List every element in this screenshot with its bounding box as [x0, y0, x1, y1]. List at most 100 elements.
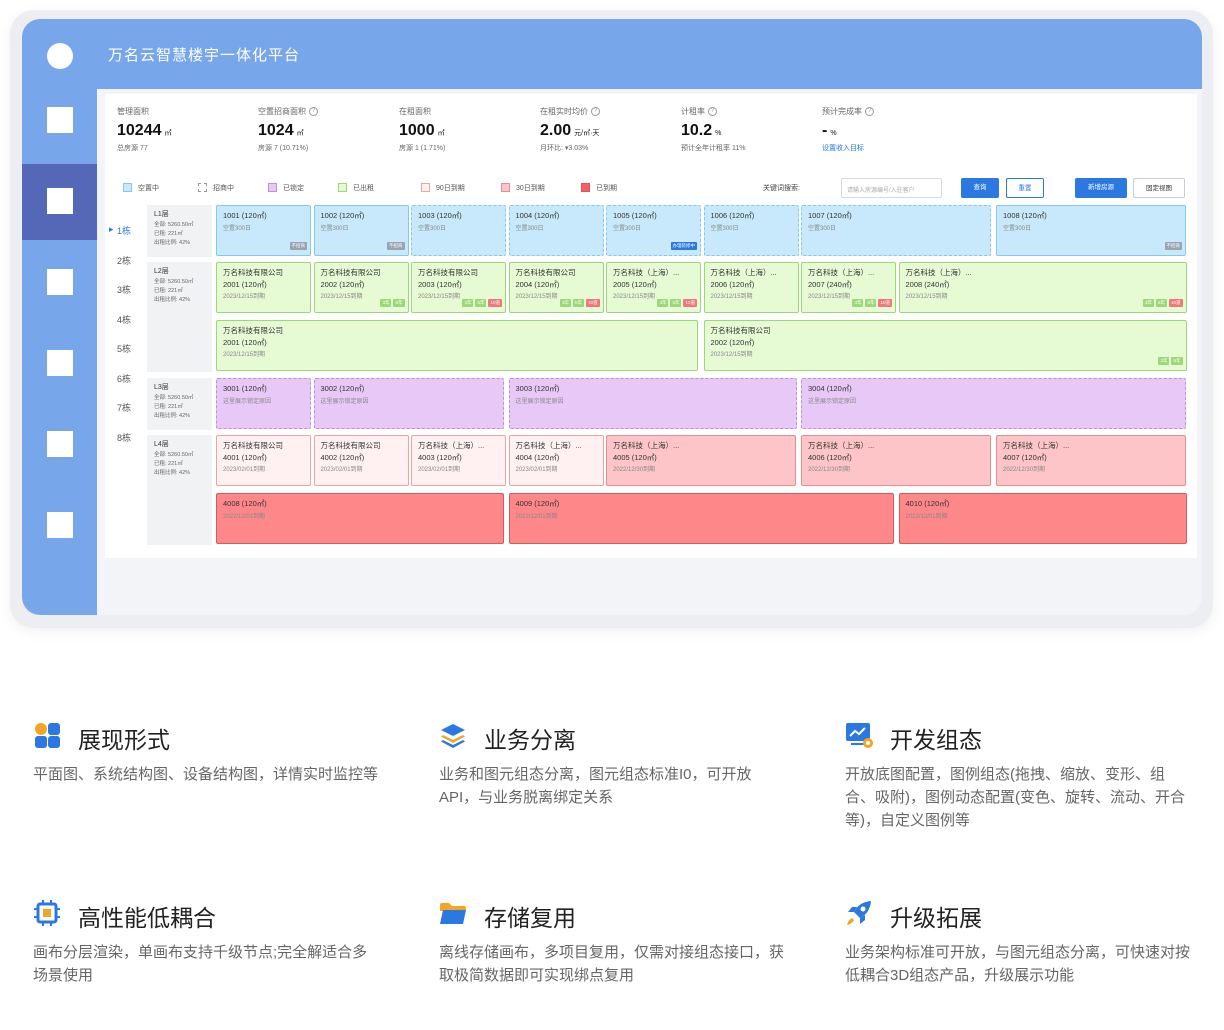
room-cell[interactable]: 万名科技（上海）... 2008 (240㎡) 2023/12/15到期 3年 5年 10…	[898, 262, 1187, 313]
sidebar-item[interactable]	[22, 83, 97, 159]
fixed-view-button[interactable]: 固定视图	[1133, 178, 1185, 198]
info-icon[interactable]: ?	[708, 107, 717, 117]
room-note: 2023/12/15到期	[223, 294, 266, 300]
sidebar-item[interactable]	[22, 488, 97, 564]
room-cell[interactable]: 1001 (120㎡) 空置300日 不招商	[216, 205, 311, 256]
room-cell[interactable]: 万名科技有限公司 2002 (120㎡) 2023/12/15到期 3年 5年	[703, 320, 1187, 371]
building-tab[interactable]: 6栋	[117, 372, 131, 385]
feature-description: 开放底图配置，图例组态(拖拽、缩放、变形、组合、吸附)，图例动态配置(变色、旋转…	[845, 766, 1185, 829]
info-icon[interactable]: ?	[865, 107, 874, 117]
room-tenant: 万名科技（上海）...	[613, 268, 680, 277]
room-code: 4008 (120㎡)	[223, 499, 267, 508]
stat-label-text: 在租面积	[399, 107, 431, 116]
room-cell[interactable]: 1004 (120㎡) 空置300日	[508, 205, 604, 256]
room-tenant: 万名科技（上海）...	[710, 268, 777, 277]
room-cell[interactable]: 万名科技有限公司 2003 (120㎡) 2023/12/15到期 3年 5年 10道	[411, 262, 506, 313]
room-cell[interactable]: 万名科技有限公司 2002 (120㎡) 2023/12/15到期 3年 5年	[313, 262, 409, 313]
room-cell[interactable]: 1005 (120㎡) 空置300日 办理装修中	[606, 205, 701, 256]
room-cell[interactable]: 1003 (120㎡) 空置300日	[411, 205, 506, 256]
room-tags: 不招商	[288, 234, 307, 252]
room-cell[interactable]: 万名科技（上海）... 2007 (240㎡) 2023/12/15到期 3年 5年 10…	[801, 262, 896, 313]
stat-label: 计租率?	[681, 106, 745, 117]
sidebar-item[interactable]	[22, 245, 97, 321]
room-cell[interactable]: 3003 (120㎡) 这里展示锁定原因	[508, 378, 797, 429]
building-tab[interactable]: 5栋	[117, 342, 131, 355]
floor-meta-line: 全部: 5260.50㎡	[154, 279, 194, 285]
room-cell[interactable]: 万名科技有限公司 2004 (120㎡) 2023/12/15到期 3年 5年 10道	[508, 262, 604, 313]
search-input[interactable]: 请输入房源编号/入驻客户	[841, 178, 942, 198]
building-tab[interactable]: 8栋	[117, 431, 131, 444]
floor-label: L4层 全部: 5260.50㎡ 已租: 221㎡ 出租比例: 42%	[147, 435, 212, 545]
room-cell[interactable]: 1006 (120㎡) 空置300日	[703, 205, 799, 256]
room-cell[interactable]: 4008 (120㎡) 2022/12/01到期	[216, 493, 504, 544]
room-cell[interactable]: 3002 (120㎡) 这里展示锁定原因	[313, 378, 504, 429]
stat-card: 在租实时均价? 2.00 元/㎡·天 月环比: ▾3.03%	[540, 106, 600, 153]
building-tab[interactable]: 3栋	[117, 283, 131, 296]
room-note: 空置300日	[223, 226, 252, 232]
stat-value: 2.00 元/㎡·天	[540, 122, 600, 140]
stat-label-text: 预计完成率	[822, 107, 862, 116]
room-cell[interactable]: 万名科技有限公司 4001 (120㎡) 2023/02/01到期	[216, 435, 311, 486]
room-cell[interactable]: 万名科技（上海）... 2005 (120㎡) 2023/12/15到期 3年 5年 10…	[606, 262, 701, 313]
room-cell[interactable]: 1007 (120㎡) 空置300日	[801, 205, 991, 256]
floor-meta-line: 全部: 5260.50㎡	[154, 395, 194, 401]
building-tab[interactable]: 2栋	[117, 254, 131, 267]
room-cell[interactable]: 1002 (120㎡) 空置300日 不招商	[313, 205, 409, 256]
legend-label: 已到期	[596, 185, 617, 192]
set-target-link[interactable]: 设置收入目标	[822, 143, 874, 153]
reset-button[interactable]: 重置	[1006, 178, 1044, 198]
sidebar-item[interactable]	[22, 326, 97, 402]
room-cell[interactable]: 万名科技有限公司 2001 (120㎡) 2023/12/15到期	[216, 320, 698, 371]
room-cell[interactable]: 3001 (120㎡) 这里展示锁定原因	[216, 378, 311, 429]
room-note: 2022/12/30到期	[613, 467, 656, 473]
room-cell[interactable]: 4009 (120㎡) 2022/12/01到期	[508, 493, 894, 544]
info-icon[interactable]: ?	[591, 107, 600, 117]
room-note: 这里展示锁定原因	[808, 399, 857, 405]
room-cell[interactable]: 万名科技（上海）... 4003 (120㎡) 2023/02/01到期	[411, 435, 506, 486]
floor-label: L3层 全部: 5260.50㎡ 已租: 221㎡ 出租比例: 42%	[147, 378, 212, 430]
room-cell[interactable]: 万名科技（上海）... 4004 (120㎡) 2023/02/01到期	[508, 435, 604, 486]
room-tenant: 万名科技（上海）...	[1003, 441, 1070, 450]
feature-description: 业务和图元组态分离，图元组态标准I0，可开放API，与业务脱离绑定关系	[439, 766, 752, 806]
room-code: 2003 (120㎡)	[418, 280, 462, 289]
room-cell[interactable]: 万名科技（上海）... 2006 (120㎡) 2023/12/15到期	[703, 262, 799, 313]
room-tags: 3年 5年 10道	[850, 291, 892, 309]
floor-meta-line: 全部: 5260.50㎡	[154, 452, 194, 458]
room-cell[interactable]: 万名科技（上海）... 4007 (120㎡) 2022/12/30到期	[996, 435, 1186, 486]
building-tab[interactable]: ▸ 1栋	[109, 224, 131, 237]
info-icon[interactable]: ?	[309, 107, 318, 117]
stat-card: 计租率? 10.2% 预计全年计租率 11%	[681, 106, 745, 153]
menu-square-icon	[47, 512, 73, 538]
room-cell[interactable]: 万名科技（上海）... 4005 (120㎡) 2022/12/30到期	[606, 435, 796, 486]
app-screen: 万名云智慧楼宇一体化平台 管理面积 10244 ㎡总房源 77 空置招商面积? 1024…	[22, 19, 1202, 615]
room-cell[interactable]: 万名科技（上海）... 4006 (120㎡) 2022/12/30到期	[801, 435, 991, 486]
room-tenant: 万名科技（上海）...	[515, 441, 582, 450]
legend-swatch	[501, 183, 510, 192]
content-panel: 管理面积 10244 ㎡总房源 77 空置招商面积? 1024 ㎡房源 7 (10.71%…	[105, 94, 1197, 558]
room-tags: 3年 5年	[1156, 349, 1183, 367]
room-cell[interactable]: 1008 (120㎡) 空置300日 不招商	[996, 205, 1186, 256]
stat-value-number: 2.00	[540, 122, 572, 139]
room-cell[interactable]: 万名科技有限公司 4002 (120㎡) 2023/02/01到期	[313, 435, 409, 486]
room-tag: 10道	[1168, 299, 1183, 307]
building-tab[interactable]: 4栋	[117, 313, 131, 326]
room-note: 2023/12/15到期	[418, 294, 461, 300]
add-room-button[interactable]: 新增房源	[1075, 178, 1127, 198]
query-button[interactable]: 查询	[961, 178, 999, 198]
sidebar-item[interactable]	[22, 407, 97, 483]
room-cell[interactable]: 万名科技有限公司 2001 (120㎡) 2023/12/15到期	[216, 262, 311, 313]
room-note: 空置300日	[1003, 226, 1032, 232]
floor-name: L1层	[154, 211, 169, 218]
feature-description: 画布分层渲染，单画布支持千级节点;完全解适合多场景使用	[33, 944, 368, 984]
user-avatar[interactable]	[47, 43, 73, 69]
feature-description: 离线存储画布，多项目复用，仅需对接组态接口，获取极简数据即可实现绑点复用	[439, 944, 785, 984]
room-code: 4010 (120㎡)	[905, 499, 950, 508]
room-tenant: 万名科技有限公司	[710, 326, 771, 335]
building-label: 4栋	[117, 314, 132, 325]
room-code: 2006 (120㎡)	[710, 280, 755, 289]
room-cell[interactable]: 4010 (120㎡) 2022/12/01到期	[898, 493, 1187, 544]
sidebar-item[interactable]	[22, 164, 97, 240]
room-tenant: 万名科技有限公司	[320, 268, 381, 277]
building-tab[interactable]: 7栋	[117, 401, 131, 414]
room-cell[interactable]: 3004 (120㎡) 这里展示锁定原因	[801, 378, 1186, 429]
